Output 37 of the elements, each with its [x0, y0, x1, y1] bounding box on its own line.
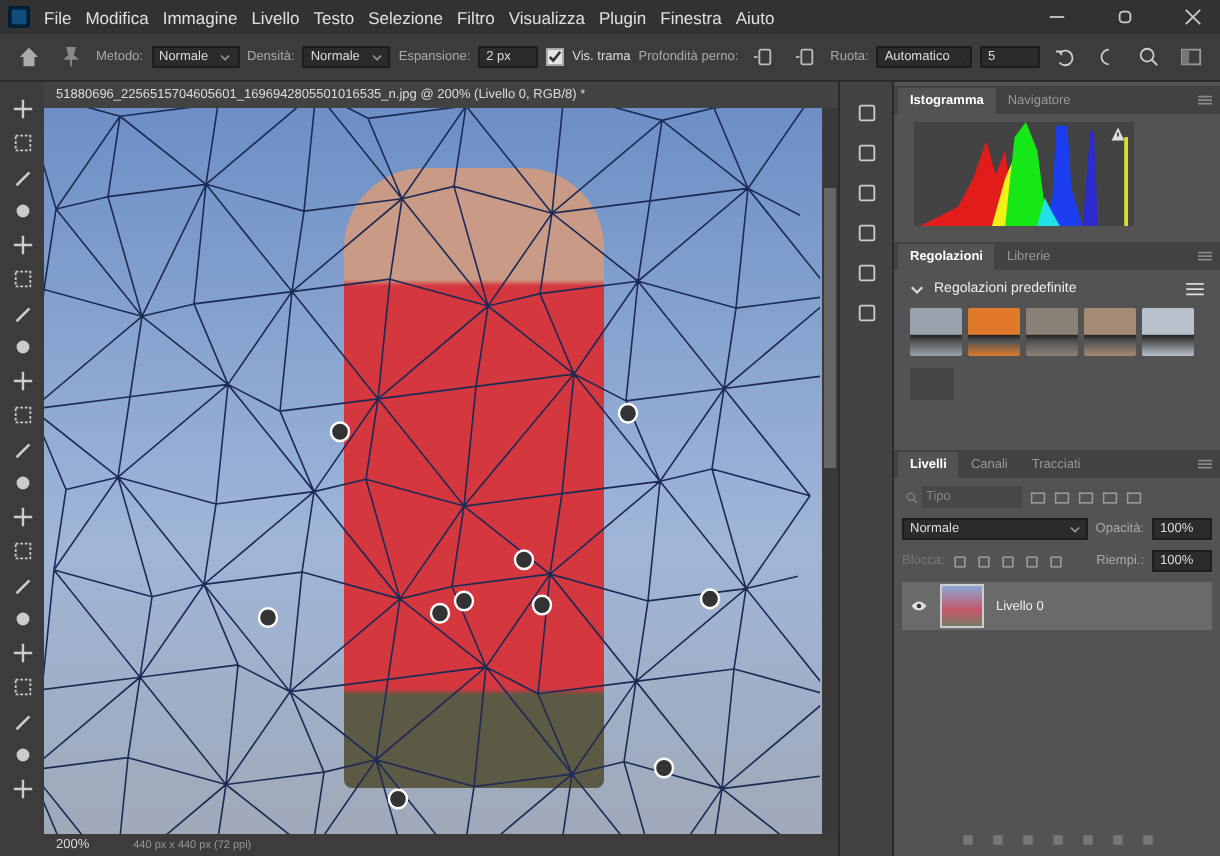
workspace-icon[interactable]	[1180, 46, 1202, 68]
pin-down-icon[interactable]	[794, 46, 817, 68]
layer-thumbnail	[940, 584, 984, 628]
menu-item[interactable]: Aiuto	[735, 7, 775, 27]
preset-thumbnail[interactable]	[968, 308, 1020, 356]
menu-item[interactable]: Plugin	[598, 7, 647, 27]
panel-menu-icon[interactable]	[1198, 94, 1212, 106]
menu-item[interactable]: File	[44, 7, 72, 27]
visibility-icon[interactable]	[910, 600, 928, 612]
pin-up-icon[interactable]	[752, 46, 775, 68]
app-logo-icon	[8, 6, 30, 28]
show-mesh-checkbox[interactable]	[546, 48, 565, 66]
menu-item[interactable]: Livello	[251, 7, 300, 27]
pin-icon[interactable]	[60, 46, 82, 68]
preset-thumbnail[interactable]	[1142, 308, 1194, 356]
menu-item[interactable]: Immagine	[162, 7, 238, 27]
panel-menu-icon[interactable]	[1198, 250, 1212, 262]
home-icon[interactable]	[18, 46, 40, 68]
close-icon[interactable]	[1184, 8, 1202, 26]
search-icon[interactable]	[1138, 46, 1160, 68]
menu-item[interactable]: Finestra	[660, 7, 722, 27]
chevron-icon[interactable]	[910, 282, 924, 296]
menu-item[interactable]: Selezione	[368, 7, 443, 27]
scrollbar-thumb[interactable]	[824, 188, 836, 468]
menu-item[interactable]: Testo	[313, 7, 355, 27]
menu-item[interactable]: Filtro	[456, 7, 495, 27]
reset-icon[interactable]	[1054, 46, 1076, 68]
preset-thumbnail[interactable]	[1026, 308, 1078, 356]
list-view-icon[interactable]	[1186, 282, 1204, 296]
search-icon	[906, 491, 918, 503]
warning-icon[interactable]	[1110, 126, 1126, 142]
restore-icon[interactable]	[1116, 8, 1134, 26]
preset-thumbnail[interactable]	[1084, 308, 1136, 356]
preset-thumbnail[interactable]	[910, 308, 962, 356]
menu-item[interactable]: Modifica	[85, 7, 149, 27]
panel-menu-icon[interactable]	[1198, 458, 1212, 470]
menu-item[interactable]: Visualizza	[508, 7, 585, 27]
